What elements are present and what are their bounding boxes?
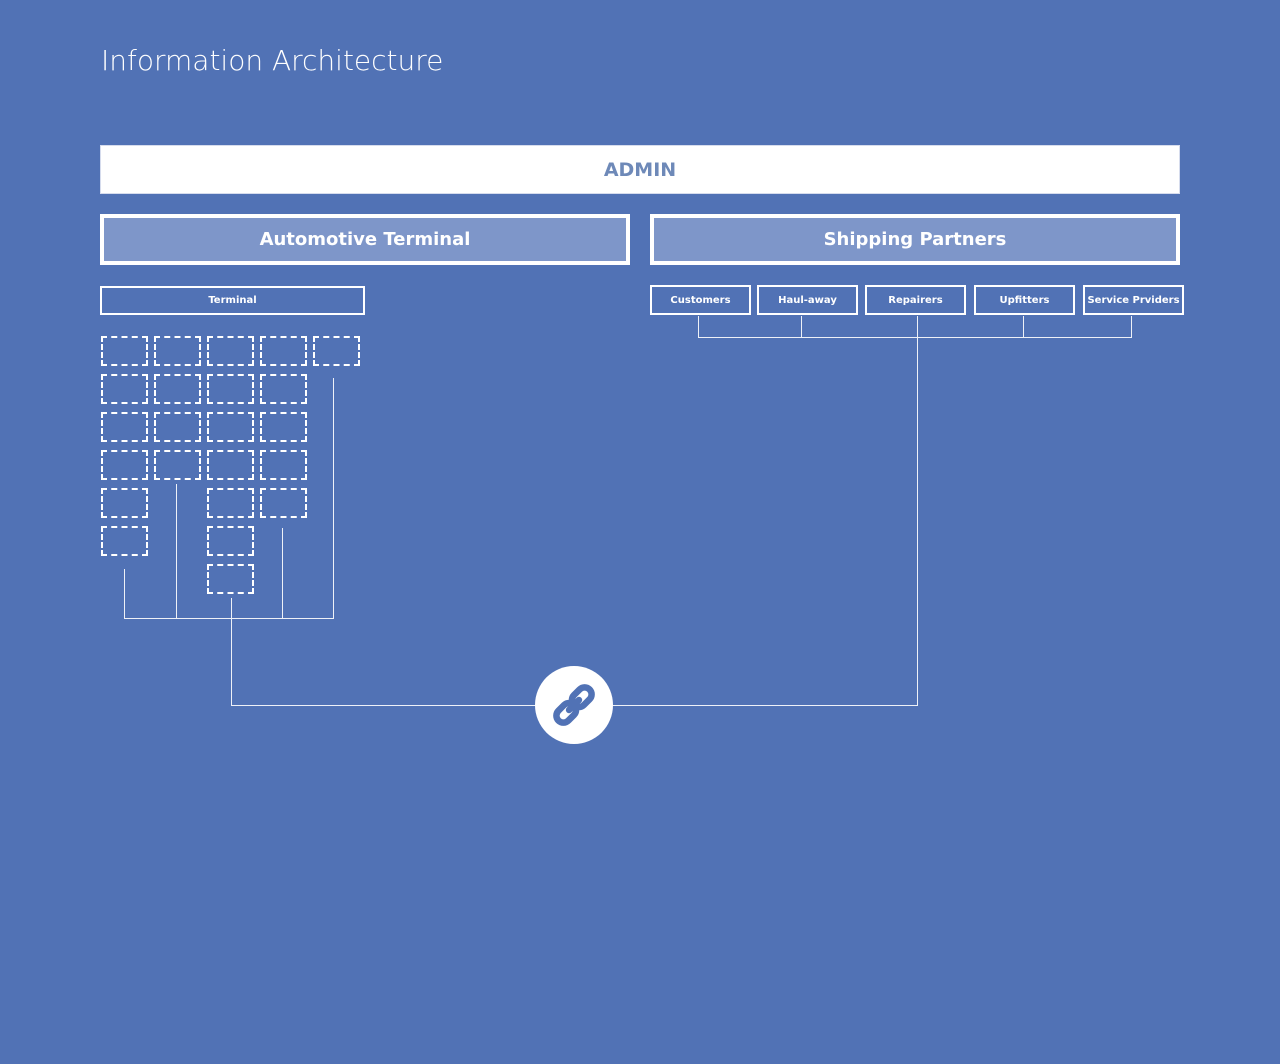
connector-lines <box>124 316 1132 706</box>
link-badge[interactable] <box>535 666 613 744</box>
link-icon <box>553 684 595 726</box>
